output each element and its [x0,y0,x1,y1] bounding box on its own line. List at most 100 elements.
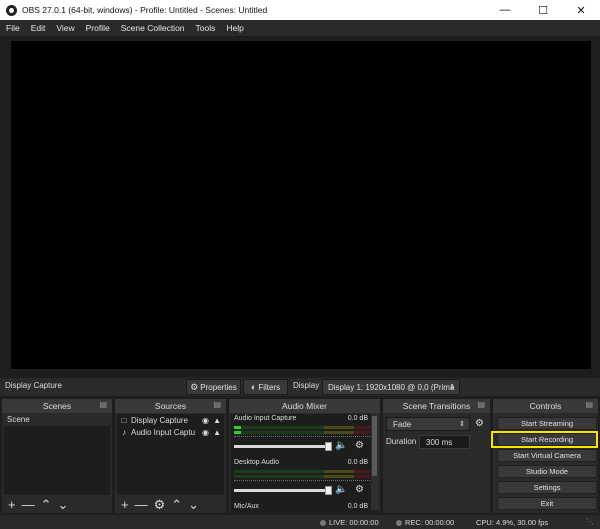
audio-mixer-dock: Audio Mixer Audio Input Capture 0.0 dB 🔈… [229,399,380,513]
menu-edit[interactable]: Edit [31,23,46,33]
duration-value: 300 ms [426,437,453,447]
scene-transitions-dock: Scene Transitions ▤ Fade ⇕ ⚙ Duration 30… [383,399,490,513]
gear-icon[interactable]: ⚙ [154,498,166,511]
resize-grip-icon[interactable]: ⋱ [586,517,594,526]
controls-title: Controls [529,401,562,411]
lock-icon[interactable]: ▲ [213,416,221,425]
list-item[interactable]: ♪ Audio Input Captu ◉ ▲ [117,426,224,438]
display-select-value: Display 1: 1920x1080 @ 0,0 (Prima [328,382,455,392]
source-toolbar: Display Capture ⚙ Properties ◐ Filters D… [0,378,600,396]
sources-list: □ Display Capture ◉ ▲ ♪ Audio Input Capt… [117,414,224,495]
display-select[interactable]: Display 1: 1920x1080 @ 0,0 (Prima ⇕ [322,379,460,395]
move-up-icon[interactable]: ⌃ [41,498,52,511]
slider-handle[interactable] [325,442,332,451]
menu-tools[interactable]: Tools [196,23,216,33]
mixer-channel: Mic/Aux 0.0 dB [231,502,378,512]
gear-icon[interactable]: ⚙ [355,484,364,495]
undock-icon[interactable]: ▤ [213,400,221,409]
scenes-list: Scene [4,414,110,495]
selected-source-name: Display Capture [5,381,62,390]
title-bar: OBS 27.0.1 (64-bit, windows) - Profile: … [0,0,600,20]
duration-input[interactable]: 300 ms [419,435,470,449]
volume-meter [234,475,370,478]
add-icon[interactable]: + [121,498,129,511]
transition-select[interactable]: Fade ⇕ [386,417,470,431]
live-indicator-icon [320,520,326,526]
transitions-title: Scene Transitions [402,401,471,411]
remove-icon[interactable]: — [22,498,35,511]
speaker-icon[interactable]: 🔈 [335,484,347,495]
meter-scale [234,436,370,440]
filter-icon: ◐ [250,382,257,392]
eye-icon[interactable]: ◉ [202,428,209,437]
undock-icon[interactable]: ▤ [477,400,485,409]
sources-title: Sources [154,401,187,411]
filters-label: Filters [258,382,281,392]
meter-fill [234,426,241,429]
scenes-title: Scenes [42,401,72,411]
eye-icon[interactable]: ◉ [202,416,209,425]
undock-icon[interactable]: ▤ [585,400,593,409]
mixer-channel: Desktop Audio 0.0 dB 🔈 ⚙ [231,458,378,502]
menu-scene-collection[interactable]: Scene Collection [121,23,185,33]
settings-button[interactable]: Settings [497,481,597,494]
properties-label: Properties [200,382,237,392]
menu-file[interactable]: File [6,23,20,33]
add-icon[interactable]: + [8,498,16,511]
channel-name: Desktop Audio [234,459,280,466]
scenes-dock: Scenes ▤ Scene + — ⌃ ⌄ [2,399,112,513]
channel-db: 0.0 dB [347,415,368,422]
move-up-icon[interactable]: ⌃ [171,498,182,511]
sources-toolbar: + — ⚙ ⌃ ⌄ [115,496,226,513]
menu-profile[interactable]: Profile [86,23,110,33]
remove-icon[interactable]: — [135,498,148,511]
scenes-dock-header: Scenes ▤ [2,399,112,413]
menu-bar: File Edit View Profile Scene Collection … [0,20,600,36]
minimize-icon[interactable]: — [486,0,524,20]
lock-icon[interactable]: ▲ [213,428,221,437]
volume-slider[interactable] [234,486,332,495]
mixer-scrollbar[interactable] [371,414,378,510]
list-item[interactable]: □ Display Capture ◉ ▲ [117,414,224,426]
list-item[interactable]: Scene [4,414,110,426]
display-label: Display [293,381,320,390]
duration-label: Duration [386,437,417,446]
controls-dock: Controls ▤ Start Streaming Start Recordi… [493,399,598,513]
start-streaming-button[interactable]: Start Streaming [497,417,597,430]
rec-indicator-icon [396,520,402,526]
exit-button[interactable]: Exit [497,497,597,510]
channel-name: Audio Input Capture [234,415,297,422]
start-virtual-camera-button[interactable]: Start Virtual Camera [497,449,597,462]
source-label: Display Capture [131,415,188,425]
menu-view[interactable]: View [56,23,74,33]
preview-canvas[interactable] [11,41,591,369]
move-down-icon[interactable]: ⌄ [58,498,69,511]
meter-fill [234,431,241,434]
gear-icon[interactable]: ⚙ [355,440,364,451]
microphone-icon: ♪ [122,427,126,437]
status-bar: LIVE: 00:00:00 REC: 00:00:00 CPU: 4.9%, … [0,515,600,529]
transitions-dock-header: Scene Transitions ▤ [383,399,490,413]
scenes-toolbar: + — ⌃ ⌄ [2,496,112,513]
volume-meter [234,431,370,434]
channel-db: 0.0 dB [347,459,368,466]
chevron-updown-icon: ⇕ [459,421,465,428]
window-title: OBS 27.0.1 (64-bit, windows) - Profile: … [22,5,268,15]
close-icon[interactable]: ✕ [562,0,600,20]
chevron-updown-icon: ⇕ [449,384,455,391]
undock-icon[interactable]: ▤ [99,400,107,409]
properties-button[interactable]: ⚙ Properties [186,379,241,395]
channel-name: Mic/Aux [234,503,259,510]
speaker-icon[interactable]: 🔈 [335,440,347,451]
volume-meter [234,470,370,473]
menu-help[interactable]: Help [226,23,243,33]
controls-dock-header: Controls ▤ [493,399,598,413]
studio-mode-button[interactable]: Studio Mode [497,465,597,478]
volume-slider[interactable] [234,442,332,451]
filters-button[interactable]: ◐ Filters [243,379,288,395]
move-down-icon[interactable]: ⌄ [188,498,199,511]
maximize-icon[interactable]: ☐ [524,0,562,20]
gear-icon[interactable]: ⚙ [475,418,484,429]
slider-handle[interactable] [325,486,332,495]
transition-value: Fade [393,419,412,429]
